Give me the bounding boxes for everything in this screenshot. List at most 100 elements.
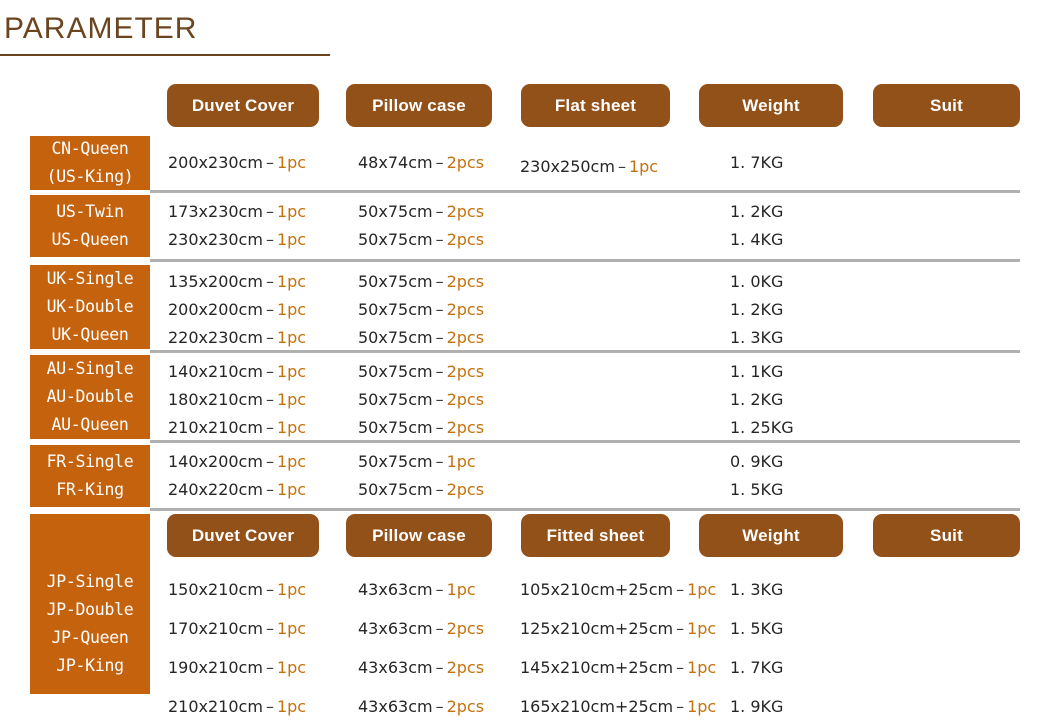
- table-row: 50x75cm –2pcs: [358, 268, 484, 296]
- duvet-qty: 1pc: [276, 202, 307, 221]
- table-row: 43x63cm –2pcs: [358, 654, 484, 682]
- row-label-line: JP-Double: [46, 600, 134, 619]
- separator-dash: –: [676, 697, 685, 716]
- row-label-uk: UK-Single UK-Double UK-Queen: [30, 265, 150, 349]
- pillow-qty: 2pcs: [446, 619, 485, 638]
- table-row: 50x75cm –2pcs: [358, 414, 484, 442]
- table-row: 220x230cm –1pc: [168, 324, 306, 352]
- pillow-qty: 2pcs: [446, 230, 485, 249]
- duvet-size: 230x230cm: [168, 230, 263, 249]
- separator-dash: –: [435, 390, 444, 409]
- weight-value: 1. 5KG: [730, 480, 784, 499]
- separator-dash: –: [265, 153, 274, 172]
- duvet-size: 240x220cm: [168, 480, 263, 499]
- separator-dash: –: [435, 452, 444, 471]
- table-row: 165x210cm+25cm –1pc: [520, 693, 716, 721]
- row-label-line: CN-Queen: [51, 139, 129, 158]
- separator-dash: –: [617, 157, 626, 176]
- sheet-size: 125x210cm+25cm: [520, 619, 674, 638]
- separator-dash: –: [265, 390, 274, 409]
- row-label-line: AU-Double: [46, 387, 134, 406]
- table-header-row-secondary: Duvet Cover Pillow case Fitted sheet Wei…: [0, 510, 1050, 566]
- separator-dash: –: [265, 362, 274, 381]
- weight-value: 1. 9KG: [730, 697, 784, 716]
- column-header-pillow-case: Pillow case: [346, 84, 492, 127]
- table-row: 50x75cm –2pcs: [358, 324, 484, 352]
- separator-dash: –: [435, 202, 444, 221]
- table-row: 180x210cm –1pc: [168, 386, 306, 414]
- pillow-qty: 2pcs: [446, 328, 485, 347]
- duvet-size: 200x230cm: [168, 153, 263, 172]
- column-header-suit: Suit: [873, 514, 1020, 557]
- table-row: 150x210cm –1pc: [168, 576, 306, 604]
- duvet-size: 140x210cm: [168, 362, 263, 381]
- duvet-size: 150x210cm: [168, 580, 263, 599]
- row-group-jp: JP-Single JP-Double JP-Queen JP-King Duv…: [0, 510, 1050, 716]
- separator-dash: –: [435, 658, 444, 677]
- sheet-size: 145x210cm+25cm: [520, 658, 674, 677]
- pillow-size: 50x75cm: [358, 362, 433, 381]
- column-header-duvet-cover: Duvet Cover: [167, 514, 319, 557]
- duvet-qty: 1pc: [276, 272, 307, 291]
- pillow-qty: 2pcs: [446, 390, 485, 409]
- weight-value: 1. 2KG: [730, 202, 784, 221]
- separator-dash: –: [676, 580, 685, 599]
- table-row: 210x210cm –1pc: [168, 414, 306, 442]
- row-label-line: FR-Single: [46, 452, 134, 471]
- row-label-line: AU-Queen: [51, 415, 129, 434]
- separator-dash: –: [265, 619, 274, 638]
- separator-dash: –: [265, 697, 274, 716]
- separator-dash: –: [435, 300, 444, 319]
- table-row: 230x250cm –1pc: [520, 153, 658, 181]
- row-label-line: UK-Queen: [51, 325, 129, 344]
- pillow-qty: 2pcs: [446, 480, 485, 499]
- weight-value: 1. 25KG: [730, 418, 794, 437]
- row-label-us: US-Twin US-Queen: [30, 195, 150, 257]
- table-row: 173x230cm –1pc: [168, 198, 306, 226]
- separator-dash: –: [265, 300, 274, 319]
- table-row: 200x200cm –1pc: [168, 296, 306, 324]
- row-label-line: US-Queen: [51, 230, 129, 249]
- table-row: 140x210cm –1pc: [168, 358, 306, 386]
- separator-dash: –: [265, 418, 274, 437]
- table-row: 140x200cm –1pc: [168, 448, 306, 476]
- separator-dash: –: [265, 272, 274, 291]
- pillow-qty: 2pcs: [446, 418, 485, 437]
- duvet-size: 200x200cm: [168, 300, 263, 319]
- separator-dash: –: [265, 480, 274, 499]
- duvet-qty: 1pc: [276, 452, 307, 471]
- pillow-size: 50x75cm: [358, 300, 433, 319]
- separator-dash: –: [435, 362, 444, 381]
- row-group-au: AU-Single AU-Double AU-Queen 140x210cm –1…: [0, 352, 1050, 443]
- table-row: 50x75cm –2pcs: [358, 198, 484, 226]
- weight-value: 1. 2KG: [730, 390, 784, 409]
- separator-dash: –: [265, 452, 274, 471]
- weight-value: 1. 3KG: [730, 580, 784, 599]
- weight-value: 1. 2KG: [730, 300, 784, 319]
- table-row: 50x75cm –2pcs: [358, 296, 484, 324]
- separator-dash: –: [676, 619, 685, 638]
- row-group-fr: FR-Single FR-King 140x200cm –1pc 50x75cm –…: [0, 442, 1050, 511]
- title-underline: [0, 54, 330, 56]
- weight-value: 1. 7KG: [730, 658, 784, 677]
- table-row: 43x63cm –1pc: [358, 576, 476, 604]
- table-row: 105x210cm+25cm –1pc: [520, 576, 716, 604]
- column-header-pillow-case: Pillow case: [346, 514, 492, 557]
- row-label-line: UK-Double: [46, 297, 134, 316]
- table-row: 48x74cm –2pcs: [358, 149, 484, 177]
- duvet-qty: 1pc: [276, 390, 307, 409]
- table-row: 170x210cm –1pc: [168, 615, 306, 643]
- pillow-qty: 2pcs: [446, 153, 485, 172]
- table-row: 43x63cm –2pcs: [358, 615, 484, 643]
- duvet-qty: 1pc: [276, 300, 307, 319]
- pillow-size: 50x75cm: [358, 272, 433, 291]
- weight-value: 1. 5KG: [730, 619, 784, 638]
- separator-dash: –: [435, 328, 444, 347]
- row-label-line: JP-King: [56, 656, 124, 675]
- duvet-qty: 1pc: [276, 619, 307, 638]
- pillow-size: 50x75cm: [358, 452, 433, 471]
- table-row: 125x210cm+25cm –1pc: [520, 615, 716, 643]
- row-group-us: US-Twin US-Queen 173x230cm –1pc 50x75cm –2…: [0, 192, 1050, 262]
- duvet-size: 140x200cm: [168, 452, 263, 471]
- duvet-size: 180x210cm: [168, 390, 263, 409]
